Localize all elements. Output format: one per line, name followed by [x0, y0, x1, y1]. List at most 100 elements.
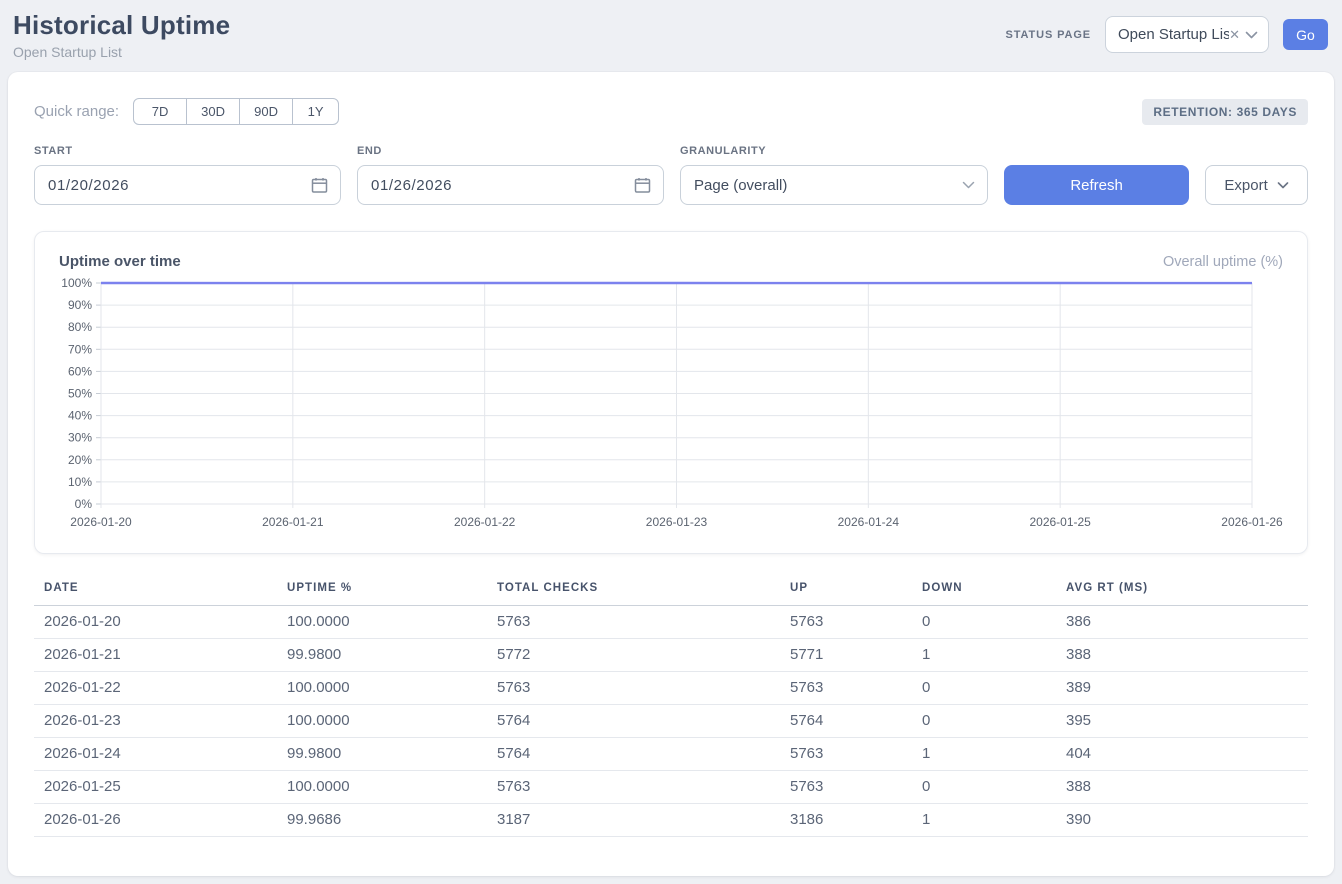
quick-range-1y-button[interactable]: 1Y	[292, 98, 339, 125]
quick-range-row: Quick range: 7D 30D 90D 1Y RETENTION: 36…	[34, 98, 1308, 125]
table-cell: 5763	[487, 672, 780, 705]
retention-badge: RETENTION: 365 DAYS	[1142, 99, 1308, 125]
status-page-label: STATUS PAGE	[1006, 29, 1091, 41]
table-column-header: AVG RT (MS)	[1056, 572, 1308, 606]
table-header-row: DATEUPTIME %TOTAL CHECKSUPDOWNAVG RT (MS…	[34, 572, 1308, 606]
table-cell: 1	[912, 804, 1056, 837]
table-row: 2026-01-23100.0000576457640395	[34, 705, 1308, 738]
axis-tick-label: 90%	[68, 298, 92, 312]
table-cell: 0	[912, 672, 1056, 705]
granularity-value: Page (overall)	[694, 177, 787, 194]
calendar-icon[interactable]	[311, 177, 328, 194]
end-date-label: END	[357, 145, 664, 157]
table-cell: 3187	[487, 804, 780, 837]
axis-tick-label: 2026-01-26	[1221, 515, 1283, 529]
page-title: Historical Uptime	[13, 10, 230, 41]
quick-range-7d-button[interactable]: 7D	[133, 98, 187, 125]
table-cell: 390	[1056, 804, 1308, 837]
chevron-down-icon	[962, 181, 975, 189]
table-cell: 5764	[487, 705, 780, 738]
table-column-header: TOTAL CHECKS	[487, 572, 780, 606]
axis-tick-label: 2026-01-20	[70, 515, 132, 529]
table-cell: 0	[912, 771, 1056, 804]
table-cell: 5763	[487, 771, 780, 804]
table-cell: 386	[1056, 606, 1308, 639]
page-subtitle: Open Startup List	[13, 44, 230, 60]
axis-tick-label: 80%	[68, 320, 92, 334]
table-column-header: UP	[780, 572, 912, 606]
start-date-field: START 01/20/2026	[34, 145, 341, 205]
uptime-table-body: 2026-01-20100.00005763576303862026-01-21…	[34, 606, 1308, 837]
table-cell: 99.9800	[277, 639, 487, 672]
refresh-button[interactable]: Refresh	[1004, 165, 1189, 205]
export-button[interactable]: Export	[1205, 165, 1308, 205]
quick-range-30d-button[interactable]: 30D	[186, 98, 240, 125]
table-header: DATEUPTIME %TOTAL CHECKSUPDOWNAVG RT (MS…	[34, 572, 1308, 606]
axis-tick-label: 40%	[68, 409, 92, 423]
status-page-select[interactable]: Open Startup List ✕	[1105, 16, 1269, 53]
table-cell: 404	[1056, 738, 1308, 771]
header-right: STATUS PAGE Open Startup List ✕ Go	[1006, 16, 1328, 53]
table-column-header: DOWN	[912, 572, 1056, 606]
status-page-selected-value: Open Startup List	[1118, 26, 1229, 43]
quick-range-label: Quick range:	[34, 103, 119, 120]
table-cell: 2026-01-26	[34, 804, 277, 837]
table-row: 2026-01-25100.0000576357630388	[34, 771, 1308, 804]
table-row: 2026-01-2199.9800577257711388	[34, 639, 1308, 672]
table-cell: 0	[912, 606, 1056, 639]
table-cell: 2026-01-23	[34, 705, 277, 738]
table-cell: 5763	[487, 606, 780, 639]
axis-tick-label: 10%	[68, 475, 92, 489]
table-cell: 0	[912, 705, 1056, 738]
granularity-label: GRANULARITY	[680, 145, 988, 157]
table-column-header: UPTIME %	[277, 572, 487, 606]
table-row: 2026-01-2699.9686318731861390	[34, 804, 1308, 837]
export-button-label: Export	[1224, 177, 1267, 194]
axis-tick-label: 50%	[68, 387, 92, 401]
table-cell: 5763	[780, 771, 912, 804]
go-button[interactable]: Go	[1283, 19, 1328, 50]
uptime-table: DATEUPTIME %TOTAL CHECKSUPDOWNAVG RT (MS…	[34, 572, 1308, 837]
granularity-field: GRANULARITY Page (overall)	[680, 145, 988, 205]
calendar-icon[interactable]	[634, 177, 651, 194]
start-date-value: 01/20/2026	[48, 177, 129, 194]
axis-tick-label: 60%	[68, 364, 92, 378]
filters-row: START 01/20/2026 END 01/26/2026 GRANULAR…	[34, 145, 1308, 205]
axis-tick-label: 2026-01-23	[646, 515, 708, 529]
uptime-line-chart: 0%10%20%30%40%50%60%70%80%90%100%2026-01…	[59, 272, 1283, 543]
table-cell: 388	[1056, 771, 1308, 804]
quick-range-group: 7D 30D 90D 1Y	[133, 98, 339, 125]
axis-tick-label: 0%	[75, 497, 93, 511]
table-cell: 5772	[487, 639, 780, 672]
table-row: 2026-01-2499.9800576457631404	[34, 738, 1308, 771]
clear-selection-icon[interactable]: ✕	[1229, 27, 1240, 43]
end-date-input[interactable]: 01/26/2026	[357, 165, 664, 205]
table-cell: 5764	[780, 705, 912, 738]
table-cell: 100.0000	[277, 606, 487, 639]
main-panel: Quick range: 7D 30D 90D 1Y RETENTION: 36…	[8, 72, 1334, 876]
axis-tick-label: 2026-01-25	[1029, 515, 1091, 529]
table-cell: 388	[1056, 639, 1308, 672]
end-date-field: END 01/26/2026	[357, 145, 664, 205]
granularity-select[interactable]: Page (overall)	[680, 165, 988, 205]
table-cell: 5763	[780, 606, 912, 639]
table-cell: 2026-01-21	[34, 639, 277, 672]
table-cell: 5764	[487, 738, 780, 771]
table-cell: 99.9686	[277, 804, 487, 837]
axis-tick-label: 2026-01-24	[838, 515, 900, 529]
table-cell: 5763	[780, 738, 912, 771]
end-date-value: 01/26/2026	[371, 177, 452, 194]
axis-tick-label: 70%	[68, 342, 92, 356]
quick-range-90d-button[interactable]: 90D	[239, 98, 293, 125]
start-date-input[interactable]: 01/20/2026	[34, 165, 341, 205]
table-cell: 2026-01-25	[34, 771, 277, 804]
table-cell: 2026-01-22	[34, 672, 277, 705]
header-titles: Historical Uptime Open Startup List	[13, 10, 230, 60]
chart-legend: Overall uptime (%)	[1163, 254, 1283, 270]
chart-svg: 0%10%20%30%40%50%60%70%80%90%100%2026-01…	[59, 272, 1283, 538]
chevron-down-icon	[1277, 182, 1289, 189]
axis-tick-label: 20%	[68, 453, 92, 467]
table-cell: 1	[912, 639, 1056, 672]
chevron-down-icon	[1245, 31, 1258, 39]
table-row: 2026-01-22100.0000576357630389	[34, 672, 1308, 705]
